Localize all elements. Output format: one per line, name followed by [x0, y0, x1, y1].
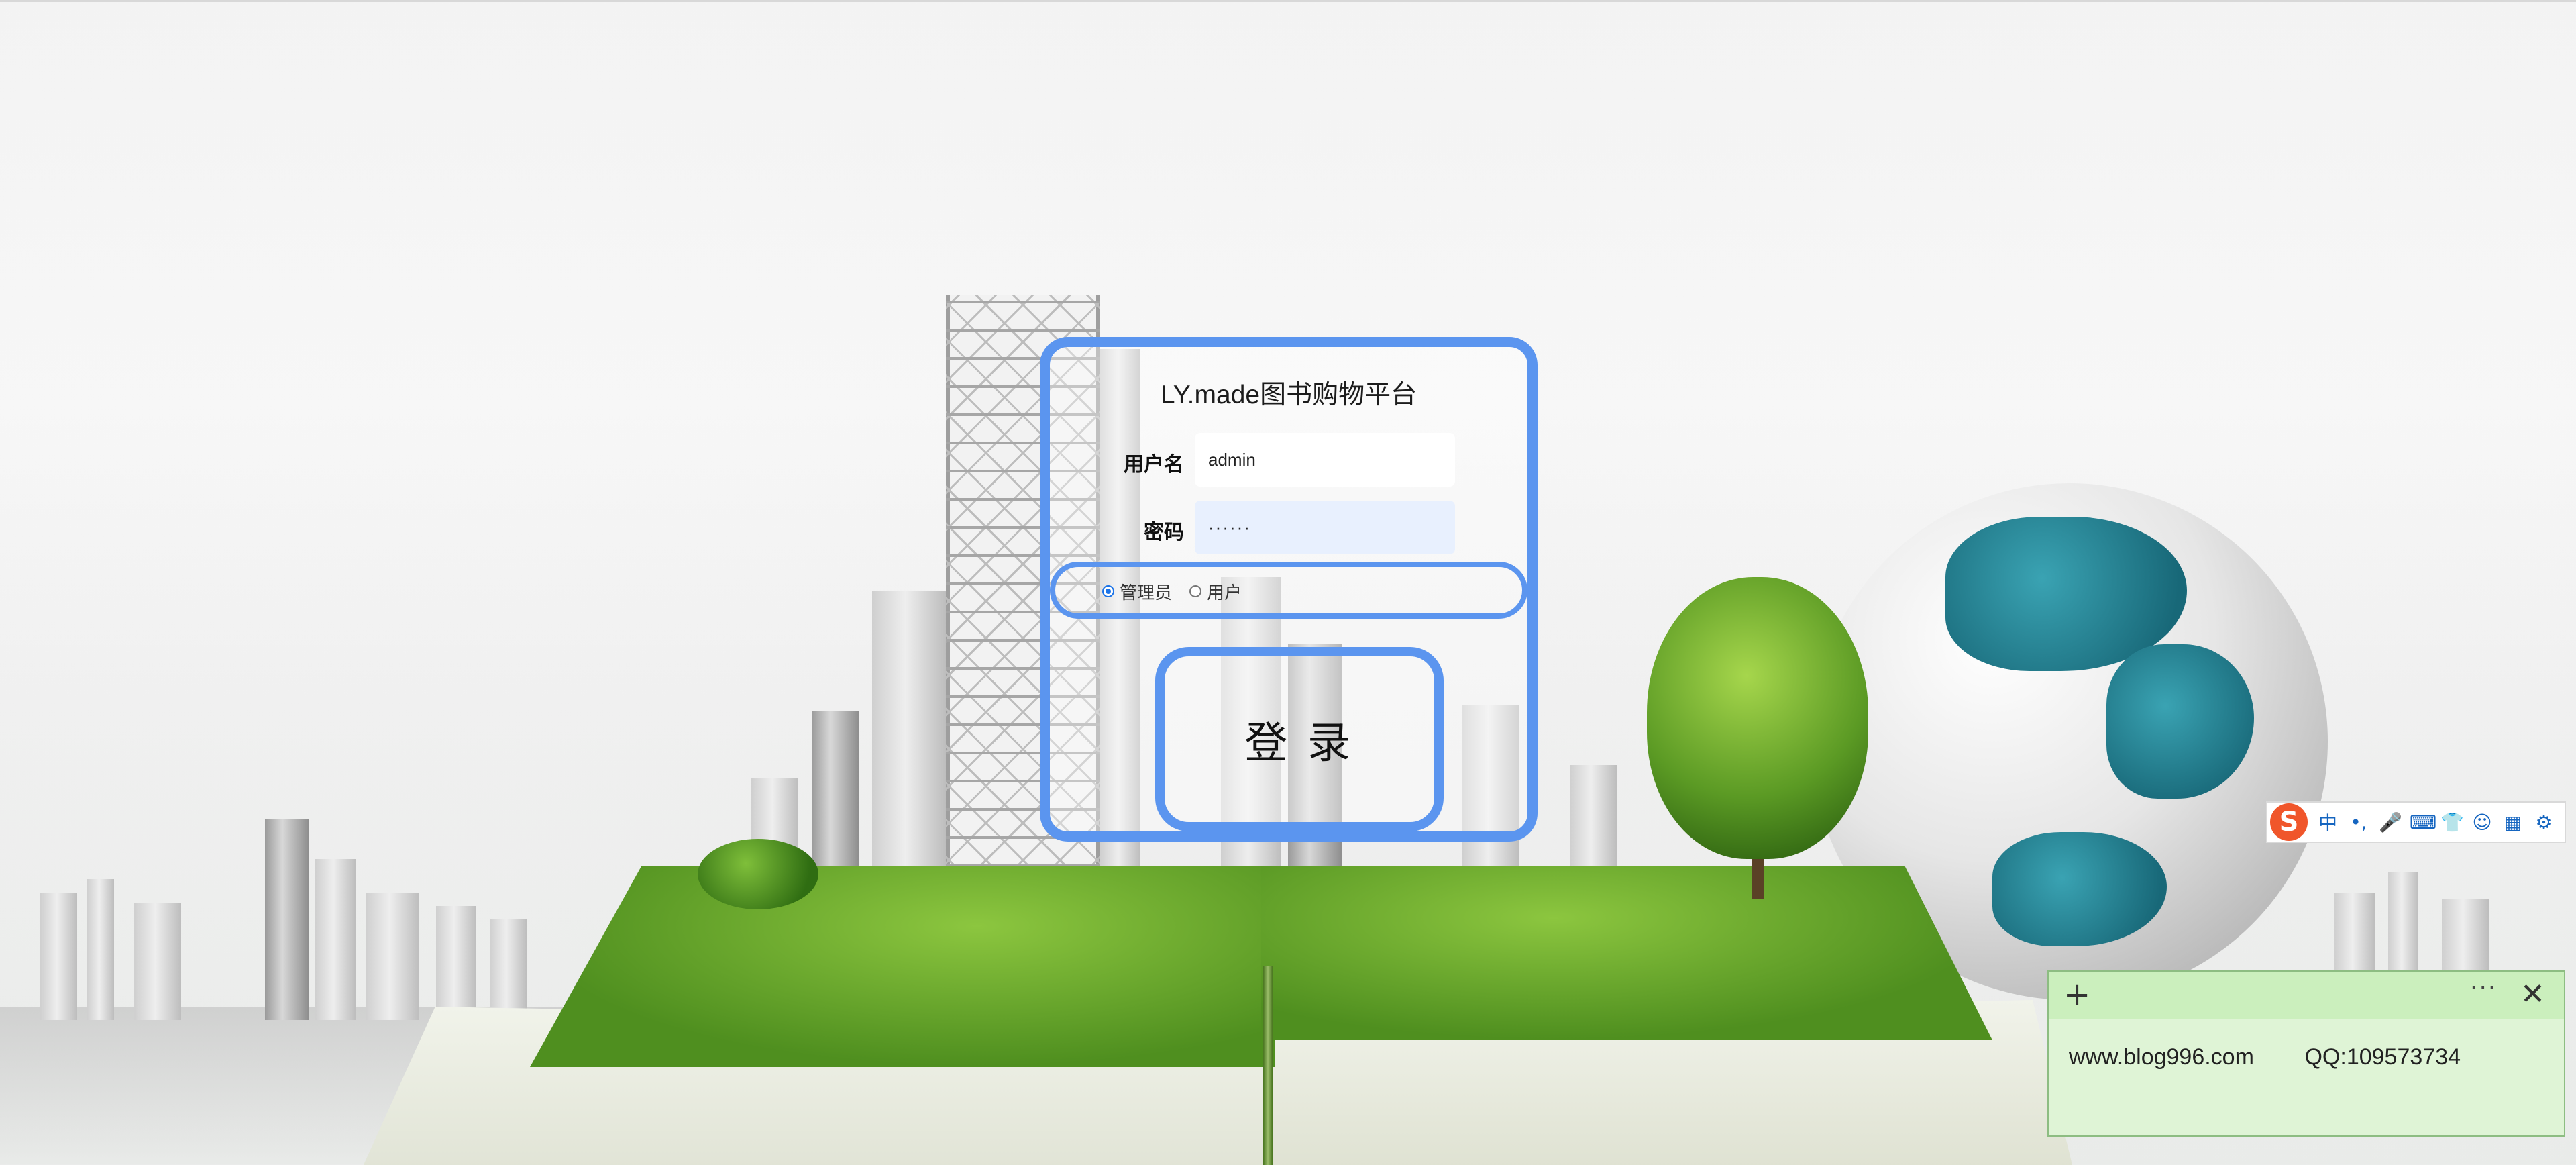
- role-option-user[interactable]: 用户: [1189, 580, 1242, 603]
- building: [265, 819, 309, 1020]
- grass-left: [530, 866, 1275, 1067]
- building: [40, 893, 77, 1020]
- tree-crown: [1647, 577, 1868, 859]
- sticky-note-header: + ··· ✕: [2049, 972, 2564, 1019]
- role-selector: 管理员 用户: [1050, 562, 1527, 619]
- radio-checked-icon[interactable]: [1102, 585, 1114, 597]
- building: [366, 893, 419, 1020]
- ime-toolbar: S 中 •, 🎤 ⌨ 👕 ☺ ▦ ⚙: [2266, 801, 2566, 843]
- login-card: LY.made图书购物平台 用户名 密码 管理员 用户 登 录: [1040, 337, 1538, 842]
- chinese-mode-icon[interactable]: 中: [2317, 809, 2339, 835]
- bush: [698, 839, 818, 909]
- role-option-label: 用户: [1207, 582, 1242, 603]
- globe-landmass: [1992, 832, 2167, 946]
- login-button[interactable]: 登 录: [1155, 647, 1444, 831]
- password-input[interactable]: [1195, 501, 1455, 554]
- keyboard-icon[interactable]: ⌨: [2410, 811, 2436, 833]
- building: [872, 591, 946, 893]
- microphone-icon[interactable]: 🎤: [2379, 811, 2402, 833]
- building: [490, 919, 527, 1020]
- building: [87, 879, 114, 1020]
- apps-grid-icon[interactable]: ▦: [2502, 811, 2524, 833]
- building: [812, 711, 859, 893]
- role-option-admin[interactable]: 管理员: [1102, 580, 1173, 603]
- building: [315, 859, 356, 1020]
- sticky-note: + ··· ✕ www.blog996.com QQ:109573734: [2047, 970, 2565, 1137]
- page-title: LY.made图书购物平台: [1160, 381, 1417, 409]
- punctuation-icon[interactable]: •,: [2348, 811, 2369, 833]
- sogou-logo-icon[interactable]: S: [2270, 803, 2308, 841]
- book-spine: [1263, 966, 1273, 1165]
- add-note-icon[interactable]: +: [2063, 977, 2090, 1012]
- username-label: 用户名: [1124, 454, 1184, 476]
- radio-unchecked-icon[interactable]: [1189, 585, 1201, 597]
- role-option-label: 管理员: [1120, 582, 1173, 603]
- grass-right: [1261, 866, 1992, 1040]
- password-label: 密码: [1144, 521, 1184, 544]
- sticky-note-text[interactable]: www.blog996.com QQ:109573734: [2069, 1044, 2461, 1070]
- settings-icon[interactable]: ⚙: [2533, 811, 2555, 833]
- bot-icon[interactable]: ☺: [2471, 811, 2493, 833]
- close-icon[interactable]: ✕: [2520, 977, 2545, 1012]
- globe-landmass: [2106, 644, 2254, 799]
- building: [436, 906, 476, 1020]
- more-options-icon[interactable]: ···: [2470, 974, 2497, 1002]
- skin-icon[interactable]: 👕: [2440, 811, 2464, 833]
- username-input[interactable]: [1195, 433, 1455, 487]
- building: [134, 903, 181, 1020]
